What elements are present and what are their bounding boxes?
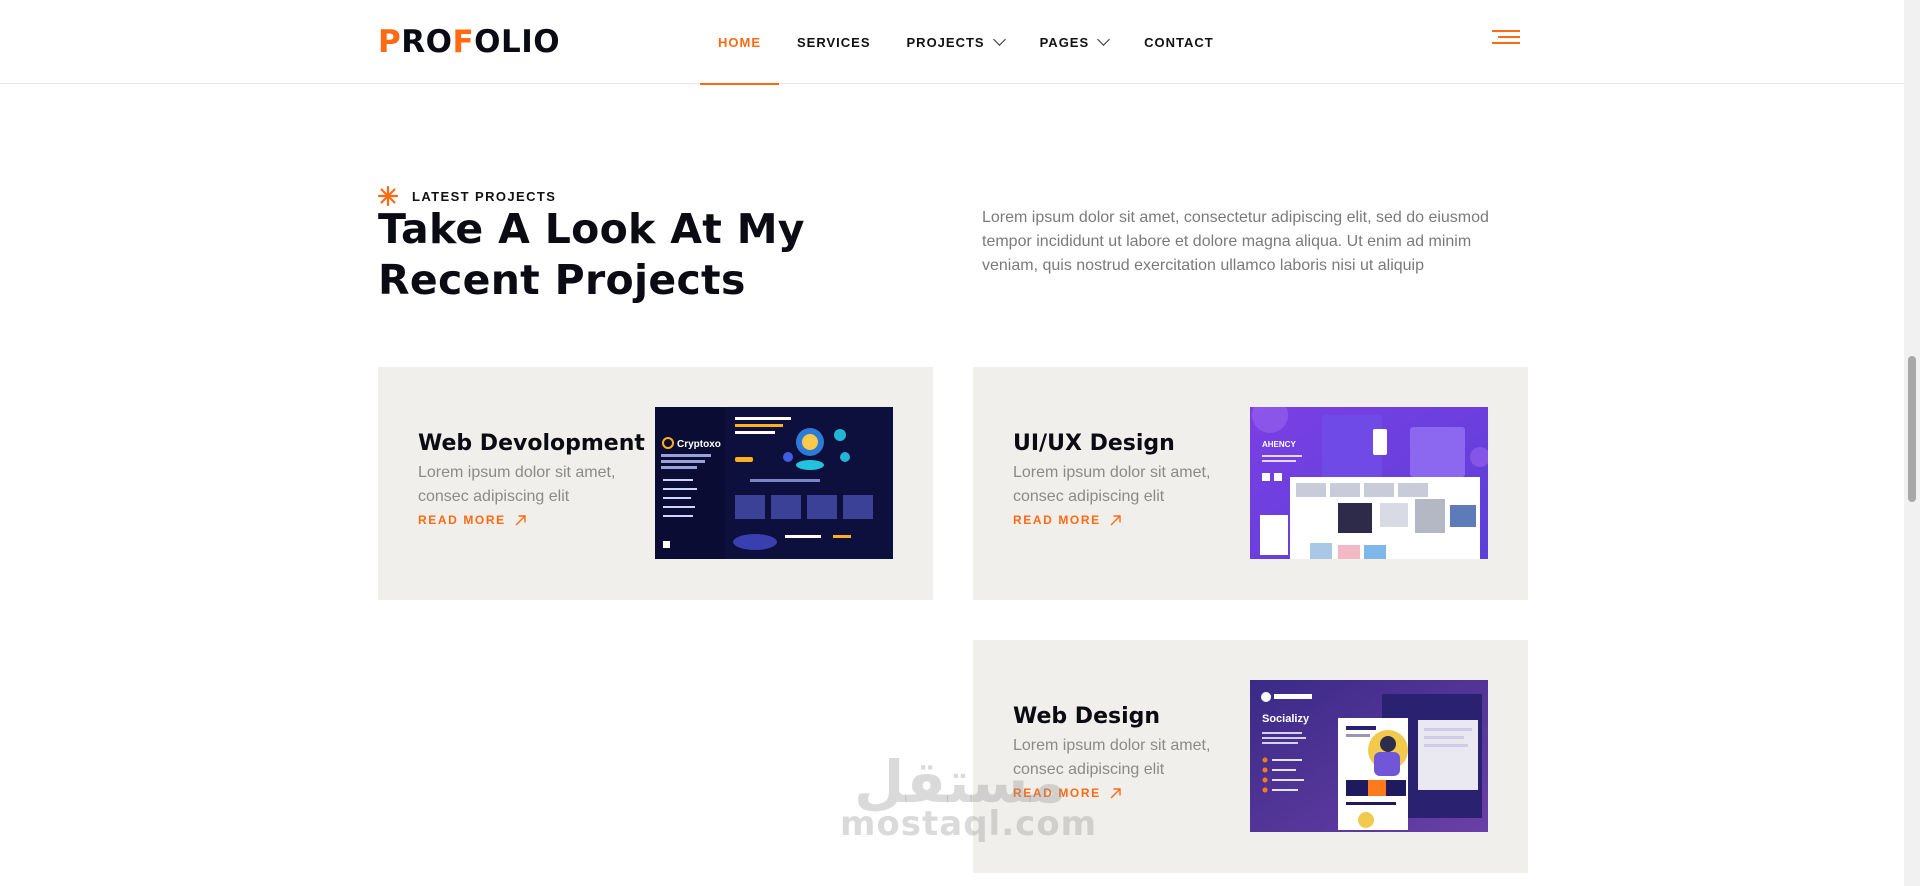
nav-services[interactable]: SERVICES <box>779 0 889 84</box>
logo-letters-olio: OLIO <box>474 24 561 60</box>
page-scrollbar[interactable] <box>1904 0 1920 886</box>
nav-projects-label: PROJECTS <box>906 34 985 50</box>
nav-services-label: SERVICES <box>797 34 871 50</box>
nav-pages[interactable]: PAGES <box>1022 0 1127 84</box>
arrow-up-right-icon <box>1110 787 1121 798</box>
logo-letter-p: P <box>378 24 402 60</box>
scrollbar-thumb[interactable] <box>1908 356 1916 502</box>
arrow-up-right-icon <box>515 514 526 525</box>
project-title: Web Design <box>1013 704 1161 729</box>
hamburger-icon[interactable] <box>1492 30 1520 48</box>
read-more-label: READ MORE <box>1013 786 1101 800</box>
thumb-brand-text: Socializy <box>1262 713 1310 725</box>
section-title: Take A Look At My Recent Projects <box>378 205 805 304</box>
nav-home-label: HOME <box>718 34 761 50</box>
logo-letter-f: F <box>452 24 475 60</box>
logo[interactable]: PROFOLIO <box>378 24 560 60</box>
agency-site-thumbnail: AHENCY <box>1250 407 1488 559</box>
read-more-link[interactable]: READ MORE <box>1013 513 1121 527</box>
project-description: Lorem ipsum dolor sit amet, consec adipi… <box>1013 464 1211 505</box>
arrow-up-right-icon <box>1110 514 1121 525</box>
thumb-brand-text: Cryptoxo <box>677 439 721 450</box>
project-card-web-development[interactable]: Web Devolopment Lorem ipsum dolor sit am… <box>378 367 933 600</box>
project-card-ui-ux-design[interactable]: UI/UX Design Lorem ipsum dolor sit amet,… <box>973 367 1528 600</box>
project-thumbnail[interactable]: Cryptoxo <box>655 407 893 559</box>
project-thumbnail[interactable]: Socializy <box>1250 680 1488 832</box>
section-eyebrow: LATEST PROJECTS <box>378 186 556 206</box>
read-more-link[interactable]: READ MORE <box>418 513 526 527</box>
read-more-label: READ MORE <box>418 513 506 527</box>
eyebrow-label: LATEST PROJECTS <box>412 188 557 204</box>
project-card-web-design[interactable]: Web Design Lorem ipsum dolor sit amet, c… <box>973 640 1528 873</box>
chevron-down-icon <box>992 33 1006 46</box>
read-more-link[interactable]: READ MORE <box>1013 786 1121 800</box>
project-title: UI/UX Design <box>1013 431 1175 456</box>
site-header: PROFOLIO HOME SERVICES PROJECTS PAGES CO… <box>0 0 1904 85</box>
nav-pages-label: PAGES <box>1039 34 1090 50</box>
nav-home[interactable]: HOME <box>700 0 779 85</box>
asterisk-icon <box>378 186 398 206</box>
nav-contact[interactable]: CONTACT <box>1126 0 1232 84</box>
project-thumbnail[interactable]: AHENCY <box>1250 407 1488 559</box>
project-description: Lorem ipsum dolor sit amet, consec adipi… <box>418 464 616 505</box>
project-description: Lorem ipsum dolor sit amet, consec adipi… <box>1013 737 1211 778</box>
section-description: Lorem ipsum dolor sit amet, consectetur … <box>982 209 1489 274</box>
logo-letters-ro: RO <box>401 24 453 60</box>
chevron-down-icon <box>1097 33 1111 46</box>
social-site-thumbnail: Socializy <box>1250 680 1488 832</box>
project-title: Web Devolopment <box>418 431 645 456</box>
nav-projects[interactable]: PROJECTS <box>889 0 1022 84</box>
thumb-brand-text: AHENCY <box>1262 440 1296 449</box>
read-more-label: READ MORE <box>1013 513 1101 527</box>
main-nav: HOME SERVICES PROJECTS PAGES CONTACT <box>700 0 1232 85</box>
crypto-site-thumbnail: Cryptoxo <box>655 407 893 559</box>
nav-contact-label: CONTACT <box>1144 34 1214 50</box>
